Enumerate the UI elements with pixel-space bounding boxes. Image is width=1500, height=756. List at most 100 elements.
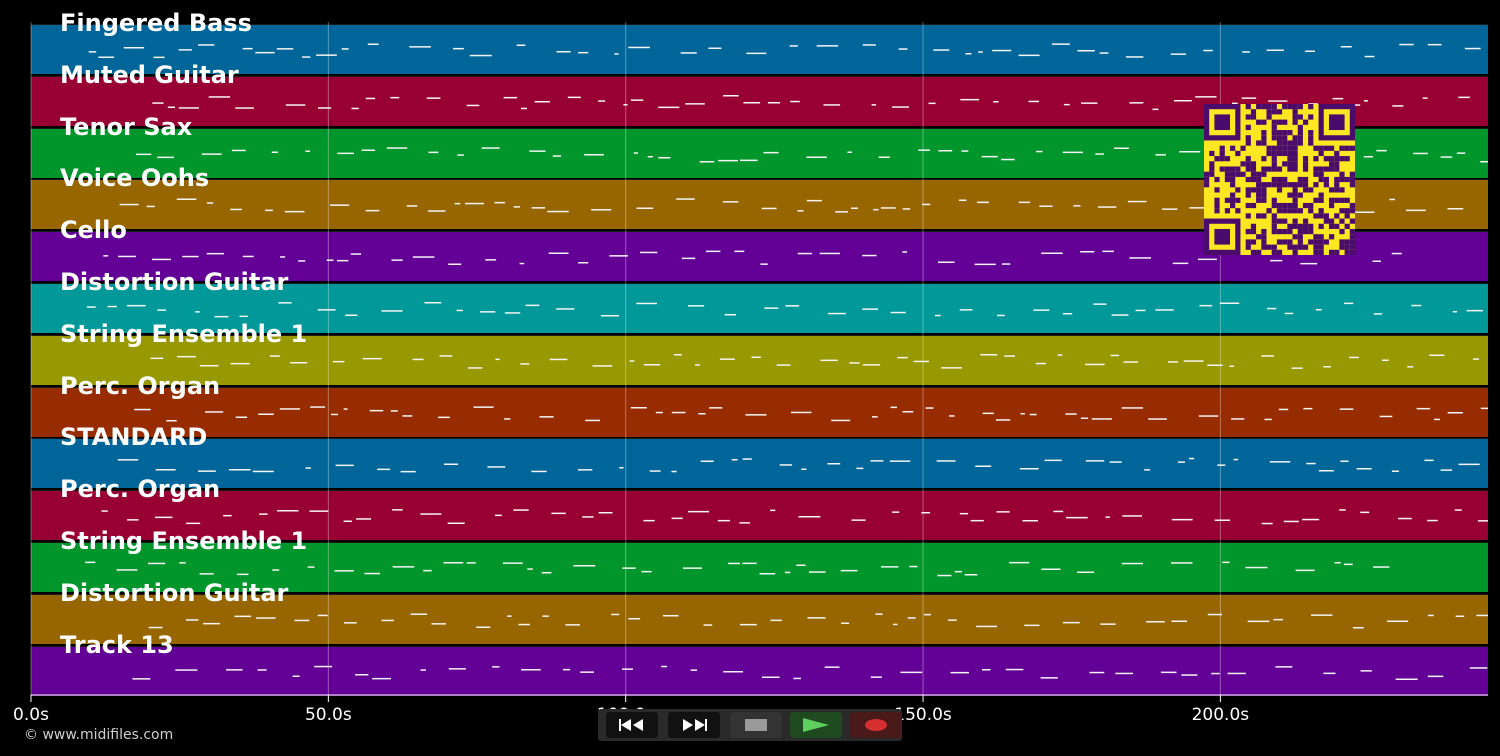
note — [1269, 461, 1291, 463]
note — [688, 511, 710, 513]
note — [902, 208, 911, 211]
note — [1339, 509, 1346, 511]
note — [873, 209, 879, 211]
note — [1427, 675, 1444, 677]
note — [518, 623, 530, 626]
note — [206, 253, 224, 255]
note — [1044, 459, 1062, 462]
note — [116, 569, 138, 571]
note — [1155, 153, 1166, 156]
note — [381, 310, 403, 312]
note — [1102, 250, 1114, 253]
note — [1387, 620, 1409, 622]
note — [127, 519, 139, 521]
note — [186, 522, 201, 525]
note — [1198, 414, 1219, 417]
note — [1127, 201, 1147, 203]
note — [1005, 668, 1024, 670]
note — [925, 406, 934, 409]
fast-forward-button[interactable] — [668, 712, 720, 738]
note — [706, 250, 721, 253]
note — [997, 314, 1005, 317]
track-row[interactable] — [31, 386, 1488, 437]
note — [520, 362, 530, 365]
note — [718, 159, 738, 161]
note — [259, 513, 268, 516]
note — [661, 665, 668, 667]
note — [1181, 673, 1198, 676]
note — [539, 415, 554, 418]
note — [447, 522, 465, 525]
note — [476, 626, 491, 628]
note — [1397, 517, 1412, 520]
note — [881, 566, 899, 568]
note — [671, 471, 677, 473]
note — [428, 151, 439, 153]
note — [890, 406, 897, 408]
note — [556, 308, 575, 310]
note — [235, 416, 248, 418]
play-button[interactable] — [790, 712, 842, 738]
note — [372, 677, 391, 679]
note — [658, 156, 671, 159]
note — [1111, 314, 1129, 316]
note — [234, 615, 252, 617]
note — [683, 567, 702, 569]
note — [759, 573, 776, 575]
note — [1219, 302, 1240, 304]
note — [365, 210, 380, 212]
note — [239, 315, 248, 318]
note — [134, 408, 151, 410]
rewind-button[interactable] — [606, 712, 658, 738]
note — [1085, 363, 1105, 365]
note — [1129, 257, 1151, 259]
note — [1085, 460, 1105, 462]
note — [641, 570, 652, 573]
note — [622, 567, 636, 569]
qr-code — [1204, 104, 1355, 255]
note — [473, 405, 494, 408]
note — [367, 43, 379, 45]
track-name: Muted Guitar — [60, 60, 239, 89]
note — [700, 460, 714, 463]
note — [235, 107, 254, 109]
note — [889, 460, 911, 463]
note — [709, 406, 723, 409]
track-row[interactable] — [31, 438, 1488, 489]
note — [85, 561, 96, 564]
note — [185, 618, 199, 621]
note — [386, 146, 408, 149]
note — [921, 512, 931, 514]
note — [1233, 459, 1239, 461]
note — [849, 361, 860, 364]
note — [271, 151, 278, 153]
note — [331, 413, 338, 415]
note — [1129, 101, 1144, 104]
note — [948, 619, 957, 621]
note — [148, 626, 163, 629]
note — [1344, 302, 1354, 305]
note — [898, 48, 908, 50]
note — [123, 47, 145, 49]
note — [643, 363, 661, 366]
note — [258, 413, 274, 415]
note — [534, 100, 550, 103]
note — [298, 260, 306, 262]
note — [784, 571, 791, 574]
track-row[interactable] — [31, 645, 1488, 696]
note — [776, 364, 791, 366]
stop-button[interactable] — [730, 712, 782, 738]
note — [671, 411, 686, 413]
note — [1318, 470, 1334, 472]
note — [1115, 672, 1133, 674]
note — [1295, 569, 1315, 572]
note — [117, 459, 139, 461]
record-button[interactable] — [850, 712, 902, 738]
note — [1395, 678, 1418, 680]
note — [598, 512, 613, 514]
note — [671, 517, 683, 520]
note — [1405, 209, 1426, 212]
note — [841, 622, 850, 624]
note — [521, 668, 541, 671]
note — [636, 207, 654, 210]
